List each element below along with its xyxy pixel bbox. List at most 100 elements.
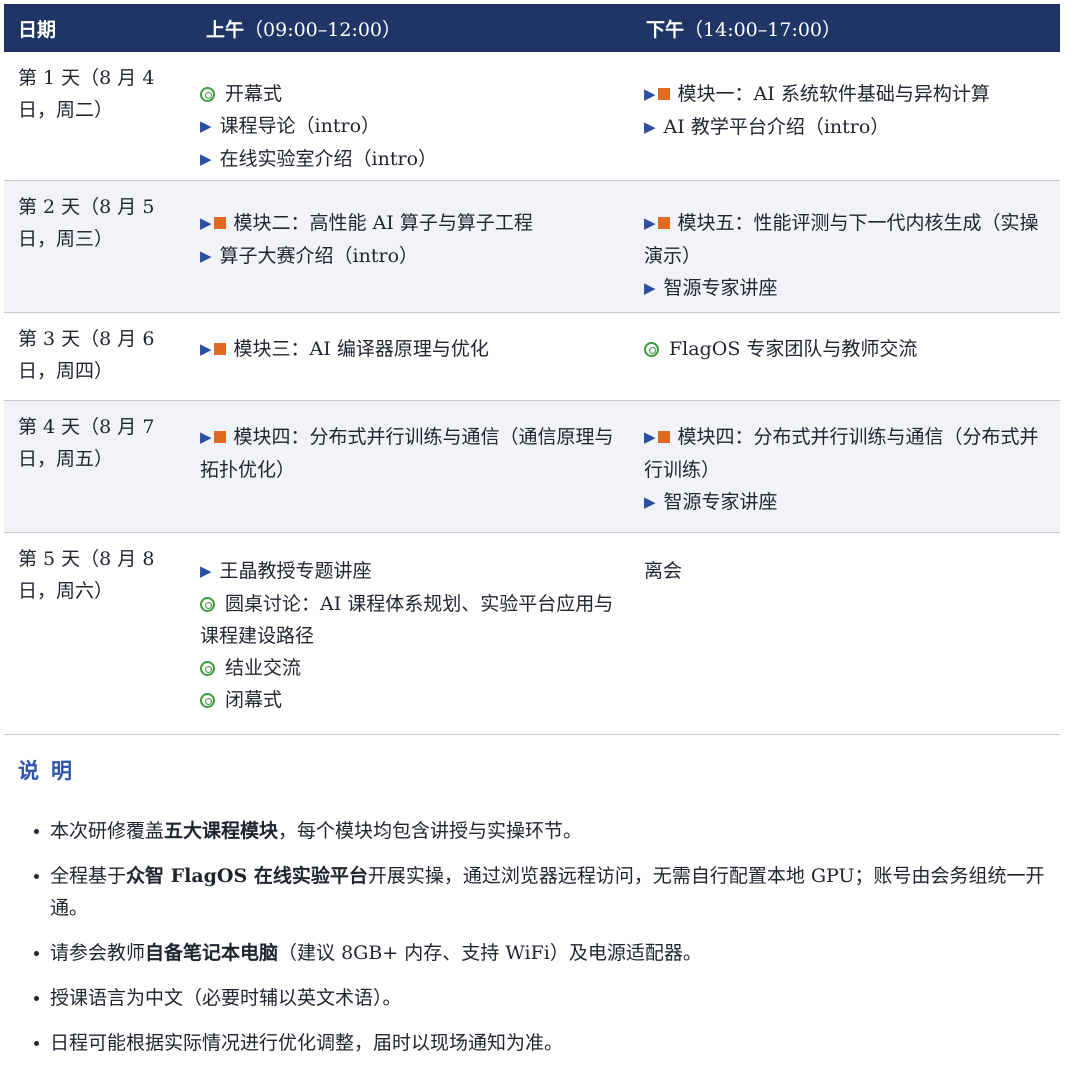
header-am: 上午（09:00–12:00） xyxy=(192,4,632,52)
schedule-entry-text: 离会 xyxy=(644,559,683,582)
table-row: 第 1 天（8 月 4 日，周二） 开幕式 ▶ 课程导论（intro） ▶ 在线实验室介绍… xyxy=(4,52,1060,181)
module-square-icon xyxy=(213,342,226,355)
day-label: 第 4 天（8 月 7 日，周五） xyxy=(18,415,155,470)
schedule-entry-text: FlagOS 专家团队与教师交流 xyxy=(669,337,918,360)
am-cell: ▶ 王晶教授专题讲座圆桌讨论：AI 课程体系规划、实验平台应用与课程建设路径结业交… xyxy=(192,532,632,735)
schedule-entry-text: 模块四：分布式并行训练与通信（分布式并行训练） xyxy=(644,425,1039,481)
triangle-bullet-icon: ▶ xyxy=(644,213,656,232)
triangle-bullet-icon: ▶ xyxy=(200,561,212,580)
ring-bullet-icon xyxy=(200,596,215,612)
ring-bullet-icon xyxy=(200,660,215,676)
triangle-bullet-icon: ▶ xyxy=(644,118,656,136)
schedule-entry-text: 模块三：AI 编译器原理与优化 xyxy=(233,337,489,360)
schedule-entry-text: 模块四：分布式并行训练与通信（通信原理与拓扑优化） xyxy=(200,425,614,481)
triangle-bullet-icon: ▶ xyxy=(644,427,656,446)
schedule-entry-text: 模块二：高性能 AI 算子与算子工程 xyxy=(233,211,533,234)
schedule-entry-text: 闭幕式 xyxy=(225,688,283,711)
notes-item: 日程可能根据实际情况进行优化调整，届时以现场通知为准。 xyxy=(34,1027,1068,1059)
notes-item-emphasis: 自备笔记本电脑 xyxy=(145,942,279,964)
header-pm: 下午（14:00–17:00） xyxy=(632,4,1060,52)
notes-item-text: 日程可能根据实际情况进行优化调整，届时以现场通知为准。 xyxy=(50,1032,564,1054)
header-day: 日期 xyxy=(4,4,192,52)
module-square-icon xyxy=(657,430,670,443)
am-cell: ▶ 模块四：分布式并行训练与通信（通信原理与拓扑优化） xyxy=(192,400,632,533)
module-square-icon xyxy=(213,216,226,229)
day-cell: 第 3 天（8 月 6 日，周四） xyxy=(4,312,192,401)
schedule-entry: 闭幕式 xyxy=(200,684,624,716)
schedule-entry-text: 模块一：AI 系统软件基础与异构计算 xyxy=(677,83,990,105)
schedule-table: 日期 上午（09:00–12:00） 下午（14:00–17:00） 第 1 天… xyxy=(4,4,1060,735)
schedule-entry: ▶ 课程导论（intro） xyxy=(200,110,624,143)
triangle-bullet-icon: ▶ xyxy=(644,492,656,511)
notes-item-text: 本次研修覆盖 xyxy=(50,820,165,842)
schedule-entry: ▶ AI 教学平台介绍（intro） xyxy=(644,111,1052,144)
notes-item-text: 授课语言为中文（必要时辅以英文术语）。 xyxy=(50,987,402,1009)
schedule-entry: ▶ 智源专家讲座 xyxy=(644,486,1052,519)
notes-item: 请参会教师自备笔记本电脑（建议 8GB+ 内存、支持 WiFi）及电源适配器。 xyxy=(34,937,1068,969)
schedule-entry-text: 结业交流 xyxy=(225,656,302,679)
table-header-row: 日期 上午（09:00–12:00） 下午（14:00–17:00） xyxy=(4,4,1060,52)
day-label: 第 1 天（8 月 4 日，周二） xyxy=(18,67,155,121)
module-square-icon xyxy=(657,88,670,100)
triangle-bullet-icon: ▶ xyxy=(200,150,212,168)
table-row: 第 3 天（8 月 6 日，周四） ▶ 模块三：AI 编译器原理与优化 FlagOS … xyxy=(4,312,1060,401)
am-cell: ▶ 模块三：AI 编译器原理与优化 xyxy=(192,312,632,401)
schedule-entry: ▶ 模块五：性能评测与下一代内核生成（实操演示） xyxy=(644,207,1052,272)
schedule-page: 日期 上午（09:00–12:00） 下午（14:00–17:00） 第 1 天… xyxy=(0,0,1080,1054)
module-square-icon xyxy=(657,216,670,229)
day-cell: 第 4 天（8 月 7 日，周五） xyxy=(4,400,192,533)
table-row: 第 2 天（8 月 5 日，周三） ▶ 模块二：高性能 AI 算子与算子工程 ▶ 算子大… xyxy=(4,180,1060,313)
notes-item-text: ，每个模块均包含讲授与实操环节。 xyxy=(278,820,583,842)
notes-section: 说明 本次研修覆盖五大课程模块，每个模块均包含讲授与实操环节。 全程基于众智 Fl… xyxy=(18,755,1068,1072)
ring-bullet-icon xyxy=(200,692,215,708)
notes-list: 本次研修覆盖五大课程模块，每个模块均包含讲授与实操环节。 全程基于众智 FlagO… xyxy=(18,815,1068,1059)
schedule-entry: ▶ 模块二：高性能 AI 算子与算子工程 xyxy=(200,207,624,240)
day-cell: 第 2 天（8 月 5 日，周三） xyxy=(4,180,192,313)
schedule-entry: FlagOS 专家团队与教师交流 xyxy=(644,333,1052,365)
schedule-entry-text: 在线实验室介绍（intro） xyxy=(219,148,438,170)
schedule-entry-text: 圆桌讨论：AI 课程体系规划、实验平台应用与课程建设路径 xyxy=(200,592,614,647)
schedule-entry-text: 开幕式 xyxy=(225,83,283,105)
schedule-entry: 开幕式 xyxy=(200,78,624,110)
triangle-bullet-icon: ▶ xyxy=(200,246,212,265)
day-label: 第 3 天（8 月 6 日，周四） xyxy=(18,327,155,382)
schedule-entry-text: 王晶教授专题讲座 xyxy=(219,559,372,582)
pm-cell: ▶ 模块一：AI 系统软件基础与异构计算 ▶ AI 教学平台介绍（intro） xyxy=(632,52,1060,181)
notes-item-text: （建议 8GB+ 内存、支持 WiFi）及电源适配器。 xyxy=(278,942,702,964)
schedule-entry: 圆桌讨论：AI 课程体系规划、实验平台应用与课程建设路径 xyxy=(200,588,624,652)
triangle-bullet-icon: ▶ xyxy=(200,339,212,358)
table-row: 第 5 天（8 月 8 日，周六） ▶ 王晶教授专题讲座圆桌讨论：AI 课程体系规划… xyxy=(4,532,1060,735)
day-label: 第 2 天（8 月 5 日，周三） xyxy=(18,195,155,250)
pm-cell: ▶ 模块五：性能评测与下一代内核生成（实操演示） ▶ 智源专家讲座 xyxy=(632,180,1060,313)
schedule-entry: ▶ 智源专家讲座 xyxy=(644,272,1052,305)
table-row: 第 4 天（8 月 7 日，周五） ▶ 模块四：分布式并行训练与通信（通信原理与拓扑… xyxy=(4,400,1060,533)
schedule-entry: ▶ 模块一：AI 系统软件基础与异构计算 xyxy=(644,78,1052,111)
notes-item-emphasis: 五大课程模块 xyxy=(164,820,279,842)
schedule-entry: ▶ 模块四：分布式并行训练与通信（通信原理与拓扑优化） xyxy=(200,421,624,486)
triangle-bullet-icon: ▶ xyxy=(200,117,212,135)
am-cell: 开幕式 ▶ 课程导论（intro） ▶ 在线实验室介绍（intro） xyxy=(192,52,632,181)
schedule-entry: 结业交流 xyxy=(200,652,624,684)
notes-item: 授课语言为中文（必要时辅以英文术语）。 xyxy=(34,982,1068,1014)
schedule-entry-text: 课程导论（intro） xyxy=(219,115,381,137)
notes-item: 本次研修覆盖五大课程模块，每个模块均包含讲授与实操环节。 xyxy=(34,815,1068,847)
day-label: 第 5 天（8 月 8 日，周六） xyxy=(18,547,155,602)
pm-cell: ▶ 模块四：分布式并行训练与通信（分布式并行训练） ▶ 智源专家讲座 xyxy=(632,400,1060,533)
ring-bullet-icon xyxy=(200,87,215,102)
schedule-entry: ▶ 算子大赛介绍（intro） xyxy=(200,240,624,273)
notes-title: 说明 xyxy=(18,759,84,783)
day-cell: 第 1 天（8 月 4 日，周二） xyxy=(4,52,192,181)
ring-bullet-icon xyxy=(644,341,659,357)
schedule-entry-text: 模块五：性能评测与下一代内核生成（实操演示） xyxy=(644,211,1039,267)
day-cell: 第 5 天（8 月 8 日，周六） xyxy=(4,532,192,735)
schedule-entry: ▶ 王晶教授专题讲座 xyxy=(200,555,624,588)
triangle-bullet-icon: ▶ xyxy=(644,85,656,103)
schedule-entry-text: 智源专家讲座 xyxy=(663,490,778,513)
schedule-entry: ▶ 在线实验室介绍（intro） xyxy=(200,143,624,176)
triangle-bullet-icon: ▶ xyxy=(644,278,656,297)
notes-item-text: 请参会教师 xyxy=(50,942,146,964)
pm-cell: 离会 xyxy=(632,532,1060,735)
schedule-entry: ▶ 模块四：分布式并行训练与通信（分布式并行训练） xyxy=(644,421,1052,486)
notes-item-emphasis: 众智 FlagOS 在线实验平台 xyxy=(126,865,368,887)
triangle-bullet-icon: ▶ xyxy=(200,213,212,232)
